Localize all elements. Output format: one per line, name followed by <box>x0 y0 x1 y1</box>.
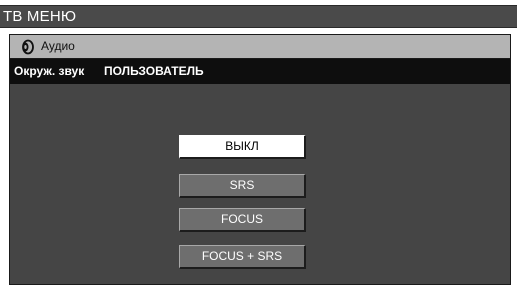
surround-sound-setting[interactable]: Окруж. звук ПОЛЬЗОВАТЕЛЬ <box>10 59 510 84</box>
speaker-icon <box>19 39 35 55</box>
surround-sound-label: Окруж. звук <box>14 64 85 78</box>
menu-title: ТВ МЕНЮ <box>3 8 77 25</box>
audio-section-header: Аудио <box>10 35 510 59</box>
option-off-button[interactable]: ВЫКЛ <box>179 135 306 159</box>
option-focus-srs-button[interactable]: FOCUS + SRS <box>179 245 306 269</box>
audio-section-label: Аудио <box>41 39 75 53</box>
audio-panel: Аудио Окруж. звук ПОЛЬЗОВАТЕЛЬ ВЫКЛ SRS … <box>9 34 511 285</box>
option-srs-button[interactable]: SRS <box>179 174 306 198</box>
surround-sound-value: ПОЛЬЗОВАТЕЛЬ <box>104 64 204 78</box>
menu-title-bar: ТВ МЕНЮ <box>0 5 517 28</box>
option-focus-button[interactable]: FOCUS <box>179 208 306 232</box>
